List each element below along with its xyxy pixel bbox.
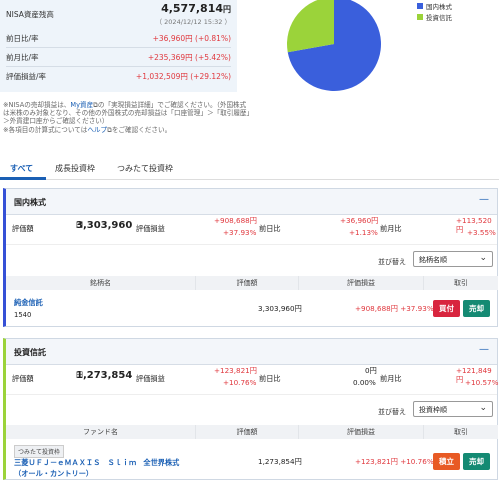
month-change-row: 前月比/率 +235,369円 (+5.42%) <box>6 52 231 67</box>
card-title: 国内株式 <box>14 198 46 207</box>
nisa-balance-label: NISA資産残高 <box>6 10 54 19</box>
fund-name-link[interactable]: 三菱ＵＦＪ－ｅＭＡＸＩＳ Ｓｌｉｍ 全世界株式 <box>14 458 179 468</box>
row-valuation: 3,303,960円 <box>258 304 302 313</box>
col-header-pl: 評価損益 <box>299 425 424 439</box>
sell-button[interactable]: 売却 <box>463 300 490 317</box>
legend-item-funds: 投資信託 <box>417 11 452 22</box>
domestic-stocks-card: 国内株式 — 評価額 3,303,960 円 評価損益 +908,688円 +37… <box>3 188 498 327</box>
buy-button[interactable]: 買付 <box>433 300 460 317</box>
sort-label: 並び替え <box>378 408 406 416</box>
col-header-pl: 評価損益 <box>299 276 424 290</box>
nisa-balance-time: （ 2024/12/12 15:32 ） <box>155 18 231 26</box>
chevron-down-icon: ⌄ <box>479 253 487 263</box>
sort-label: 並び替え <box>378 258 406 266</box>
col-header-valuation: 評価額 <box>196 425 299 439</box>
collapse-icon[interactable]: — <box>479 194 489 205</box>
col-header-trade: 取引 <box>424 276 498 290</box>
row-pl: +123,821円 +10.76% <box>355 457 434 466</box>
nisa-notes: ※NISAの売却損益は、My資産⧉の「実現損益詳細」でご確認ください。（外国株式… <box>3 101 250 134</box>
funds-metrics: 評価額 1,273,854 円 評価損益 +123,821円 +10.76% 前日… <box>6 365 498 395</box>
table-row: 純金信託 1540 3,303,960円 +908,688円 +37.93% 買… <box>6 290 498 326</box>
my-assets-link[interactable]: My資産 <box>70 101 93 109</box>
accumulate-button[interactable]: 積立 <box>433 453 460 470</box>
pl-row: 評価損益/率 +1,032,509円 (+29.12%) <box>6 72 231 81</box>
pie-slice-funds <box>287 0 334 53</box>
chevron-down-icon: ⌄ <box>479 403 487 413</box>
day-change-row: 前日比/率 +36,960円 (+0.81%) <box>6 33 231 48</box>
pie-legend: 国内株式 投資信託 <box>417 0 452 22</box>
sell-button[interactable]: 売却 <box>463 453 490 470</box>
investment-trust-card: 投資信託 — 評価額 1,273,854 円 評価損益 +123,821円 +10… <box>3 338 498 480</box>
allocation-pie-chart <box>287 0 381 91</box>
legend-item-domestic: 国内株式 <box>417 0 452 11</box>
nisa-summary: NISA資産残高 4,577,814円 （ 2024/12/12 15:32 ）… <box>0 0 237 92</box>
fund-name-link-line2[interactable]: （オール・カントリー） <box>14 469 93 479</box>
col-header-valuation: 評価額 <box>196 276 299 290</box>
nisa-tabs: すべて 成長投資枠 つみたて投資枠 <box>0 156 499 180</box>
col-header-fund-name: ファンド名 <box>6 425 196 439</box>
stock-code: 1540 <box>14 311 32 319</box>
col-header-trade: 取引 <box>424 425 498 439</box>
tsumitate-badge: つみたて投資枠 <box>14 445 65 458</box>
row-valuation: 1,273,854円 <box>258 457 302 466</box>
tab-all[interactable]: すべて <box>10 163 33 174</box>
collapse-icon[interactable]: — <box>479 344 489 355</box>
domestic-metrics: 評価額 3,303,960 円 評価損益 +908,688円 +37.93% 前日… <box>6 215 497 245</box>
tab-tsumitate[interactable]: つみたて投資枠 <box>117 163 173 174</box>
active-tab-indicator <box>0 177 46 180</box>
nisa-balance-value: 4,577,814円 <box>161 2 231 15</box>
card-title: 投資信託 <box>14 348 46 357</box>
sort-select[interactable]: 投資枠順 ⌄ <box>413 401 493 417</box>
tab-growth[interactable]: 成長投資枠 <box>55 163 95 174</box>
sort-select[interactable]: 銘柄名順 ⌄ <box>413 251 493 267</box>
help-link[interactable]: ヘルプ <box>87 126 107 134</box>
row-pl: +908,688円 +37.93% <box>355 304 434 313</box>
table-row: つみたて投資枠 三菱ＵＦＪ－ｅＭＡＸＩＳ Ｓｌｉｍ 全世界株式 （オール・カント… <box>6 439 498 479</box>
col-header-name: 銘柄名 <box>6 276 196 290</box>
stock-name-link[interactable]: 純金信託 <box>14 298 43 308</box>
